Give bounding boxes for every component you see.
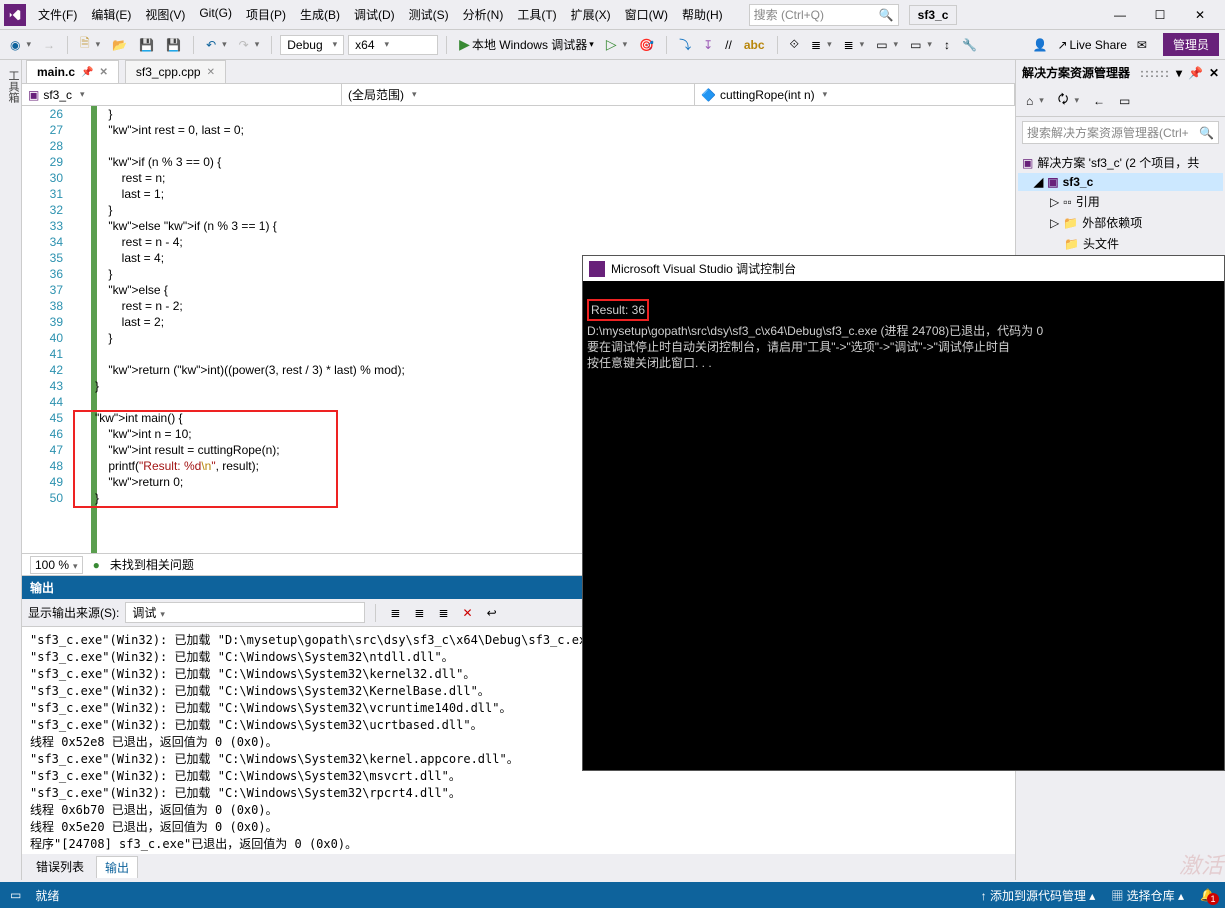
menu-item[interactable]: 项目(P) [240, 2, 292, 27]
solution-title: 解决方案资源管理器 [1022, 64, 1130, 81]
document-tabs: main.c📌✕ sf3_cpp.cpp✕ [22, 60, 1015, 84]
menu-item[interactable]: 工具(T) [511, 2, 562, 27]
panel-pin-icon[interactable]: 📌 [1188, 66, 1203, 80]
document-tab[interactable]: main.c📌✕ [26, 60, 119, 83]
vs-logo-icon [4, 4, 26, 26]
tool-icon[interactable]: 🎯 [635, 36, 658, 54]
menu-item[interactable]: 调试(D) [348, 2, 401, 27]
tab-error-list[interactable]: 错误列表 [28, 856, 92, 878]
output-source-label: 显示输出来源(S): [28, 604, 119, 621]
panel-close-icon[interactable]: ✕ [1209, 66, 1219, 80]
se-home-icon[interactable]: ⌂ [1022, 88, 1048, 113]
tree-external[interactable]: ▷📁外部依赖项 [1018, 212, 1223, 233]
toolbox-strip[interactable]: 工具箱 [0, 60, 22, 880]
se-show-icon[interactable]: ▭ [1115, 88, 1134, 113]
menu-item[interactable]: 文件(F) [32, 2, 83, 27]
comment-icon[interactable]: // [721, 36, 736, 54]
console-title-bar[interactable]: Microsoft Visual Studio 调试控制台 [583, 256, 1224, 281]
zoom-combo[interactable]: 100 % [30, 556, 83, 574]
redo-button[interactable]: ↷ [235, 36, 264, 54]
minimize-button[interactable]: — [1107, 8, 1133, 22]
search-icon: 🔍 [879, 8, 894, 22]
status-square-icon: ▭ [10, 888, 21, 902]
sort-icon[interactable]: ↕ [940, 36, 954, 54]
abc-icon[interactable]: abc [740, 36, 769, 54]
undo-button[interactable]: ↶ [202, 36, 231, 54]
bookmark-icon[interactable]: ▭ [872, 36, 902, 54]
menu-item[interactable]: 生成(B) [294, 2, 346, 27]
issues-text: 未找到相关问题 [110, 556, 194, 573]
output-wrap-icon[interactable]: ↩ [483, 604, 501, 622]
output-col-icon[interactable]: ≣ [386, 604, 404, 622]
solution-root[interactable]: ▣解决方案 'sf3_c' (2 个项目，共 [1018, 152, 1223, 173]
nav-project[interactable]: ▣sf3_c [22, 84, 342, 105]
status-ready: 就绪 [35, 887, 59, 904]
document-tab[interactable]: sf3_cpp.cpp✕ [125, 60, 226, 83]
nav-back-button[interactable]: ◉ [6, 36, 35, 54]
check-icon: ● [93, 558, 100, 572]
tree-headers[interactable]: 📁头文件 [1018, 233, 1223, 254]
format-icon[interactable]: ⟐ [786, 35, 803, 54]
tree-project[interactable]: ◢▣sf3_c [1018, 173, 1223, 191]
menu-item[interactable]: 测试(S) [403, 2, 455, 27]
menu-item[interactable]: 视图(V) [139, 2, 191, 27]
main-menu: 文件(F)编辑(E)视图(V)Git(G)项目(P)生成(B)调试(D)测试(S… [32, 2, 729, 27]
tree-references[interactable]: ▷▫▫引用 [1018, 191, 1223, 212]
outdent-icon[interactable]: ≣ [840, 36, 869, 54]
search-box[interactable]: 搜索 (Ctrl+Q)🔍 [749, 4, 899, 26]
debug-console-window[interactable]: Microsoft Visual Studio 调试控制台 Result: 36… [582, 255, 1225, 771]
maximize-button[interactable]: ☐ [1147, 8, 1173, 22]
feedback-icon[interactable]: ✉ [1137, 38, 1147, 52]
status-repo[interactable]: ▦ 选择仓库 ▴ [1111, 887, 1184, 904]
solution-search[interactable]: 搜索解决方案资源管理器(Ctrl+🔍 [1022, 121, 1219, 144]
step-over-icon[interactable]: ⤵ [675, 34, 695, 55]
wrench-icon[interactable]: 🔧 [958, 36, 981, 54]
menu-item[interactable]: 窗口(W) [619, 2, 674, 27]
save-button[interactable]: 💾 [135, 36, 158, 54]
menu-item[interactable]: 编辑(E) [85, 2, 137, 27]
se-back-icon[interactable]: ← [1089, 88, 1109, 113]
output-source-combo[interactable]: 调试 [125, 602, 365, 623]
console-body: D:\mysetup\gopath\src\dsy\sf3_c\x64\Debu… [587, 324, 1043, 370]
console-result: Result: 36 [587, 299, 649, 321]
menu-item[interactable]: 分析(N) [457, 2, 510, 27]
start-noDebug-button[interactable]: ▷ [602, 34, 631, 55]
close-button[interactable]: ✕ [1187, 8, 1213, 22]
output-goto-icon[interactable]: ≣ [410, 604, 428, 622]
output-toggle-icon[interactable]: ≣ [434, 604, 452, 622]
panel-dropdown-icon[interactable]: ▾ [1176, 66, 1182, 80]
console-icon [589, 261, 605, 277]
status-source-control[interactable]: ↑ 添加到源代码管理 ▴ [981, 887, 1096, 904]
nav-member[interactable]: 🔷cuttingRope(int n) [695, 84, 1015, 105]
output-clear-icon[interactable]: ✕ [459, 604, 477, 622]
new-item-button[interactable]: 🗎 [76, 32, 104, 57]
platform-combo[interactable]: x64 [348, 35, 438, 55]
liveshare-button[interactable]: ↗ Live Share [1053, 36, 1130, 54]
group-icon[interactable]: ▭ [906, 36, 936, 54]
save-all-button[interactable]: 💾 [162, 36, 185, 54]
se-sync-icon[interactable]: 🗘 [1054, 88, 1083, 113]
notifications-icon[interactable]: 🔔 [1200, 888, 1215, 902]
user-icon[interactable]: 👤 [1033, 38, 1048, 52]
nav-scope[interactable]: (全局范围) [342, 84, 695, 105]
start-debug-button[interactable]: ▶本地 Windows 调试器 ▾ [455, 34, 598, 55]
config-combo[interactable]: Debug [280, 35, 344, 55]
menu-item[interactable]: 扩展(X) [565, 2, 617, 27]
nav-bar: ▣sf3_c (全局范围) 🔷cuttingRope(int n) [22, 84, 1015, 106]
admin-badge: 管理员 [1163, 33, 1219, 56]
step-into-icon[interactable]: ↧ [699, 36, 717, 54]
nav-fwd-button[interactable]: → [39, 36, 59, 54]
status-bar: ▭ 就绪 ↑ 添加到源代码管理 ▴ ▦ 选择仓库 ▴ 🔔 [0, 882, 1225, 908]
console-title: Microsoft Visual Studio 调试控制台 [611, 260, 796, 277]
title-bar: 文件(F)编辑(E)视图(V)Git(G)项目(P)生成(B)调试(D)测试(S… [0, 0, 1225, 30]
project-name: sf3_c [909, 5, 958, 25]
menu-item[interactable]: Git(G) [193, 2, 238, 27]
tab-output[interactable]: 输出 [96, 856, 138, 878]
indent-icon[interactable]: ≣ [807, 36, 836, 54]
main-toolbar: ◉ → 🗎 📂 💾 💾 ↶ ↷ Debug x64 ▶本地 Windows 调试… [0, 30, 1225, 60]
open-button[interactable]: 📂 [108, 36, 131, 54]
menu-item[interactable]: 帮助(H) [676, 2, 729, 27]
